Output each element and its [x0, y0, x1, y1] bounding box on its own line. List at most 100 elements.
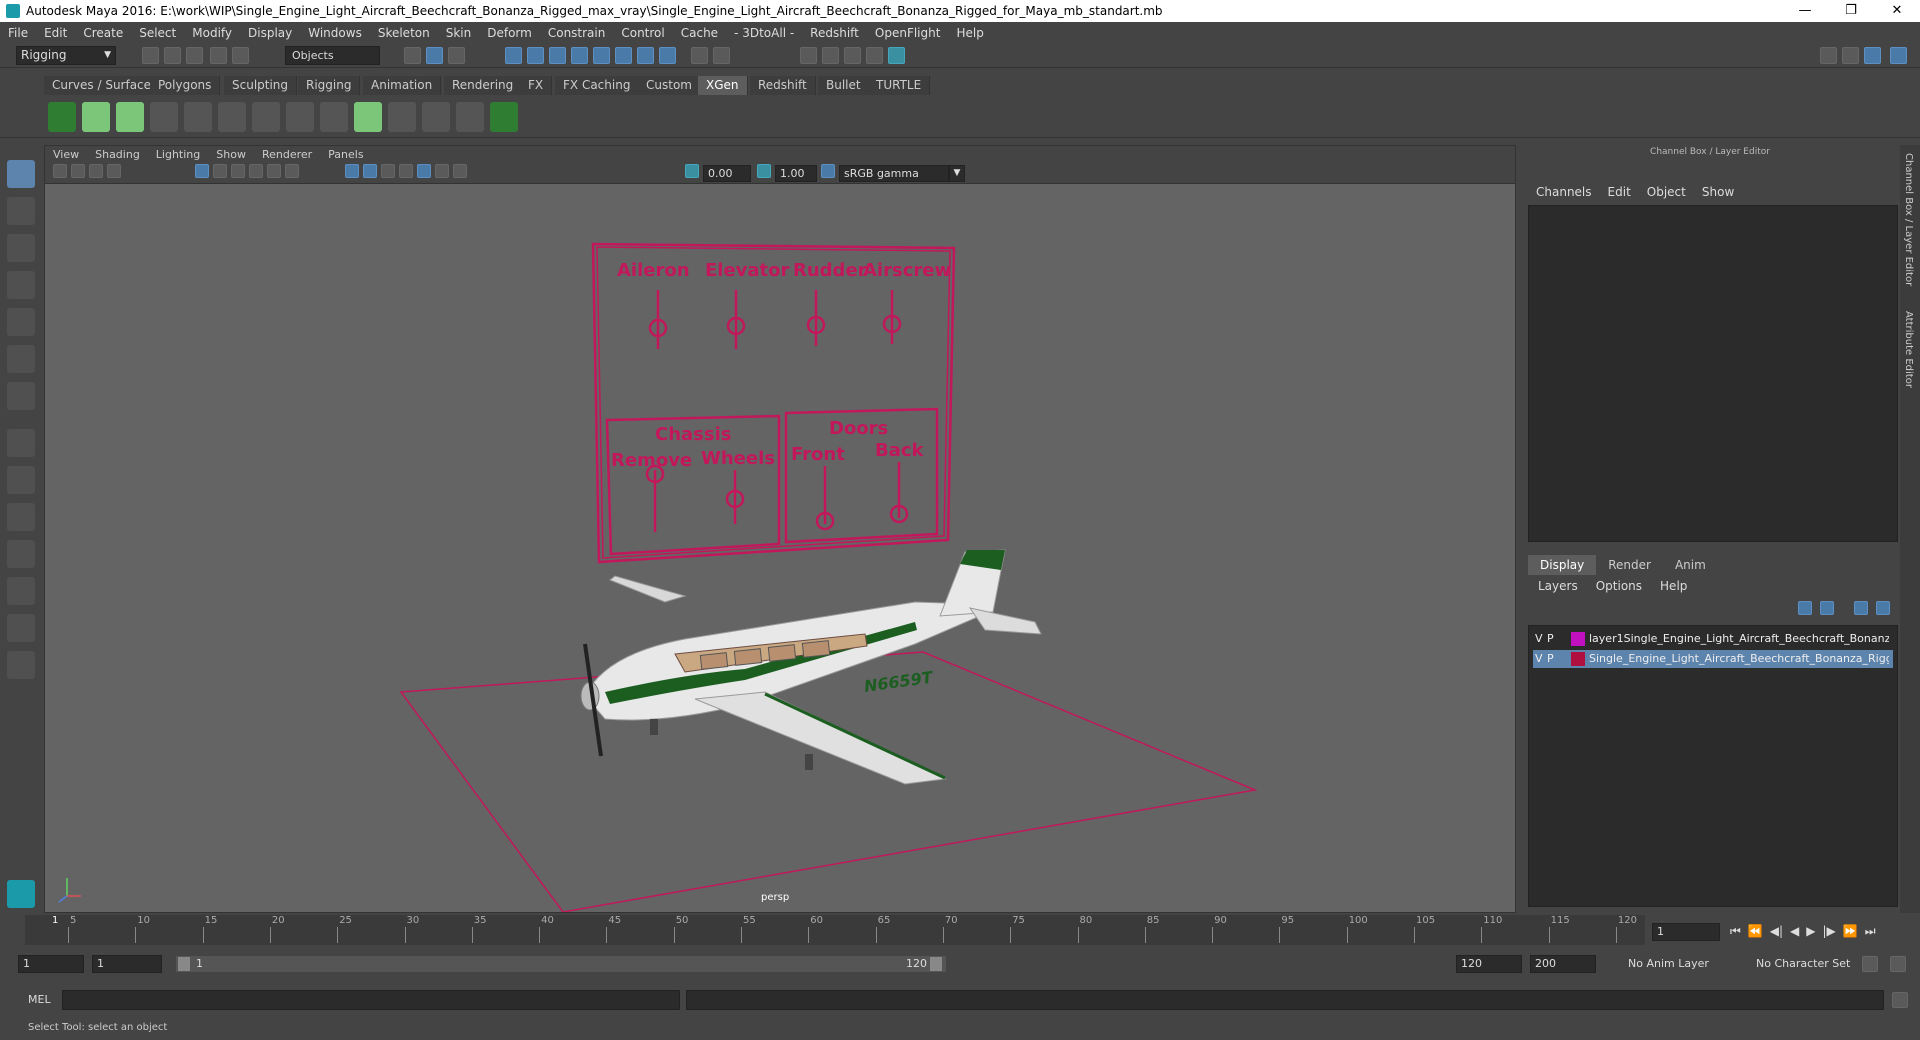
layer-playback[interactable]: P: [1547, 650, 1554, 668]
move-tool-icon[interactable]: [7, 271, 35, 299]
close-button[interactable]: ✕: [1874, 0, 1920, 22]
wireframe-on-shaded-icon[interactable]: [381, 164, 395, 178]
scale-tool-icon[interactable]: [7, 345, 35, 373]
menu-cache[interactable]: Cache: [673, 26, 726, 40]
anim-layer-dropdown[interactable]: No Anim Layer: [1628, 955, 1709, 973]
camera-attr-icon[interactable]: [71, 164, 85, 178]
paint-select-icon[interactable]: [7, 234, 35, 262]
hypershade-icon[interactable]: [888, 47, 905, 64]
play-backwards-icon[interactable]: ◀: [1790, 924, 1799, 939]
shelf-tab-bullet[interactable]: Bullet: [818, 76, 870, 95]
xgen-cut-icon[interactable]: [456, 102, 484, 132]
menu-skin[interactable]: Skin: [438, 26, 480, 40]
layer-visibility[interactable]: V: [1535, 630, 1543, 648]
control-panel[interactable]: [591, 242, 956, 564]
menu-deform[interactable]: Deform: [479, 26, 540, 40]
animation-prefs-icon[interactable]: [1890, 956, 1906, 972]
save-scene-icon[interactable]: [186, 47, 203, 64]
timeline-track[interactable]: 1 5 10 15 20 25 30 35 40 45 50 55 60 65 70 75 80 85 90 95 1…: [25, 915, 1645, 945]
field-chart-icon[interactable]: [267, 164, 281, 178]
animation-end-field[interactable]: 200: [1530, 955, 1596, 973]
shelf-tab-polygons[interactable]: Polygons: [150, 76, 221, 95]
command-input[interactable]: [62, 990, 680, 1010]
shadows-icon[interactable]: [435, 164, 449, 178]
menu-options[interactable]: Options: [1596, 579, 1660, 593]
xgen-sculpt-guide-icon[interactable]: [218, 102, 246, 132]
menu-constrain[interactable]: Constrain: [540, 26, 614, 40]
color-management-icon[interactable]: [821, 164, 835, 178]
shelf-tab-rigging[interactable]: Rigging: [298, 76, 361, 95]
step-back-frame-icon[interactable]: ◀|: [1770, 924, 1783, 939]
layout-single-icon[interactable]: [7, 466, 35, 494]
mel-label[interactable]: MEL: [28, 993, 51, 1006]
step-back-icon[interactable]: ⏪: [1748, 924, 1763, 939]
range-slider[interactable]: [176, 956, 946, 972]
render-settings-icon[interactable]: [800, 47, 817, 64]
menu-skeleton[interactable]: Skeleton: [370, 26, 438, 40]
xgen-groom-icon[interactable]: [320, 102, 348, 132]
menu-control[interactable]: Control: [613, 26, 672, 40]
selection-mode-dropdown[interactable]: Objects: [285, 46, 380, 65]
layer-color-swatch[interactable]: [1571, 632, 1585, 646]
menu-help[interactable]: Help: [1660, 579, 1705, 593]
gamma-icon[interactable]: [757, 164, 771, 178]
channel-box-area[interactable]: [1528, 205, 1898, 542]
layer-visibility[interactable]: V: [1535, 650, 1543, 668]
character-set-dropdown[interactable]: No Character Set: [1756, 955, 1850, 973]
layout-graph-icon[interactable]: [7, 651, 35, 679]
layout-four-icon[interactable]: [7, 503, 35, 531]
xgen-editor-icon[interactable]: [48, 102, 76, 132]
shelf-tab-redshift[interactable]: Redshift: [750, 76, 816, 95]
menu-select[interactable]: Select: [131, 26, 184, 40]
select-tool-icon[interactable]: [7, 160, 35, 188]
current-frame-field[interactable]: 1: [1652, 923, 1720, 941]
new-layer-icon[interactable]: [1876, 601, 1890, 615]
grid-icon[interactable]: [195, 164, 209, 178]
xgen-export-icon[interactable]: [490, 102, 518, 132]
color-space-dropdown[interactable]: sRGB gamma: [839, 165, 949, 182]
move-layer-up-icon[interactable]: [1798, 601, 1812, 615]
layer-row[interactable]: V P layer1Single_Engine_Light_Aircraft_B…: [1533, 630, 1893, 648]
lasso-tool-icon[interactable]: [7, 197, 35, 225]
layer-color-swatch[interactable]: [1571, 652, 1585, 666]
menu-help[interactable]: Help: [948, 26, 991, 40]
move-layer-down-icon[interactable]: [1820, 601, 1834, 615]
channel-box-toggle-icon[interactable]: [1864, 47, 1881, 64]
menu-show[interactable]: Show: [1694, 185, 1742, 199]
layout-stack-icon[interactable]: [7, 577, 35, 605]
xgen-lock-icon[interactable]: [286, 102, 314, 132]
history-icon[interactable]: [713, 47, 730, 64]
undo-icon[interactable]: [210, 47, 227, 64]
toggle-panels-icon[interactable]: [1842, 47, 1859, 64]
go-to-end-icon[interactable]: ⏭: [1865, 924, 1876, 939]
menu-edit[interactable]: Edit: [36, 26, 75, 40]
xray-icon[interactable]: [453, 164, 467, 178]
maximize-button[interactable]: ❐: [1828, 0, 1874, 22]
menu-set-dropdown[interactable]: Rigging ▼: [16, 46, 116, 65]
ipr-render-icon[interactable]: [844, 47, 861, 64]
bookmark-icon[interactable]: [89, 164, 103, 178]
xgen-brush-icon[interactable]: [422, 102, 450, 132]
xgen-preview-icon[interactable]: [82, 102, 110, 132]
range-slider-start-handle[interactable]: [178, 957, 190, 971]
smooth-shade-icon[interactable]: [363, 164, 377, 178]
xgen-add-guide-icon[interactable]: [184, 102, 212, 132]
chevron-down-icon[interactable]: ▼: [949, 165, 965, 182]
shelf-tab-curves-surfaces[interactable]: Curves / Surfaces: [44, 76, 167, 95]
shelf-tab-custom[interactable]: Custom: [638, 76, 701, 95]
shelf-tab-rendering[interactable]: Rendering: [444, 76, 523, 95]
new-layer-selected-icon[interactable]: [1854, 601, 1868, 615]
side-tab-attribute-editor[interactable]: Attribute Editor: [1903, 311, 1914, 388]
animation-start-field[interactable]: 1: [18, 955, 84, 973]
snap-surface-icon[interactable]: [593, 47, 610, 64]
side-tab-channel-box[interactable]: Channel Box / Layer Editor: [1903, 153, 1914, 286]
soft-select-icon[interactable]: [7, 429, 35, 457]
shelf-tab-animation[interactable]: Animation: [363, 76, 442, 95]
open-scene-icon[interactable]: [164, 47, 181, 64]
image-plane-icon[interactable]: [107, 164, 121, 178]
redo-icon[interactable]: [232, 47, 249, 64]
playback-end-field[interactable]: 120: [1456, 955, 1522, 973]
aircraft-model[interactable]: N6659T: [580, 549, 1042, 785]
menu-3dtoall[interactable]: - 3DtoAll -: [726, 26, 802, 40]
camera-select-icon[interactable]: [53, 164, 67, 178]
